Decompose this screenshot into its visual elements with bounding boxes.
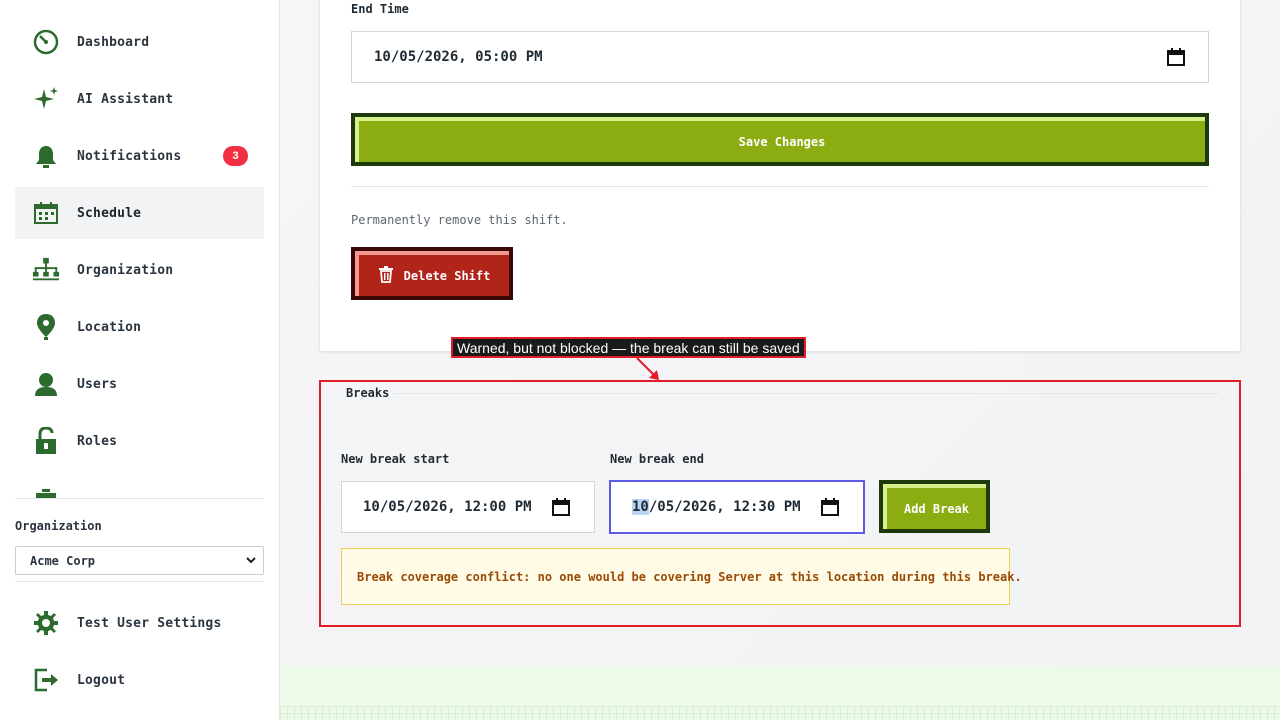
save-changes-label: Save Changes	[355, 117, 1205, 162]
sidebar-item-users[interactable]: Users	[15, 358, 264, 410]
user-icon	[32, 370, 60, 398]
lock-icon	[32, 427, 60, 455]
chevron-down-icon	[245, 554, 257, 566]
sidebar-item-schedule[interactable]: Schedule	[15, 187, 264, 239]
gear-icon	[32, 609, 60, 637]
sidebar-item-label: Organization	[77, 262, 174, 278]
sidebar-item-label: AI Assistant	[77, 91, 174, 107]
sidebar-item-ai-assistant[interactable]: AI Assistant	[15, 73, 264, 125]
sidebar: Dashboard AI Assistant Notifications 3 S…	[0, 0, 280, 720]
break-end-input[interactable]: 10/05/2026, 12:30 PM	[609, 480, 865, 534]
sparkle-icon	[32, 85, 60, 113]
organization-select-value: Acme Corp	[30, 553, 96, 568]
end-time-input[interactable]: 10/05/2026, 05:00 PM	[351, 31, 1209, 83]
remove-shift-hint: Permanently remove this shift.	[351, 213, 568, 227]
breaks-fieldset-border	[341, 393, 1219, 394]
calendar-icon	[32, 199, 60, 227]
organization-select[interactable]: Acme Corp	[15, 546, 264, 575]
add-break-button[interactable]: Add Break	[879, 480, 990, 533]
save-changes-button[interactable]: Save Changes	[351, 113, 1209, 166]
sidebar-item-label: Test User Settings	[77, 615, 222, 631]
sidebar-item-logout[interactable]: Logout	[15, 654, 264, 706]
break-coverage-warning: Break coverage conflict: no one would be…	[341, 548, 1022, 605]
annotation-callout: Warned, but not blocked — the break can …	[451, 337, 806, 358]
sidebar-divider	[15, 581, 264, 582]
break-end-value: /05/2026, 12:30 PM	[648, 499, 801, 515]
end-time-label: End Time	[351, 2, 409, 16]
sidebar-item-roles[interactable]: Roles	[15, 415, 264, 467]
delete-shift-button[interactable]: Delete Shift	[351, 247, 513, 300]
organization-label: Organization	[15, 519, 102, 533]
sidebar-item-notifications[interactable]: Notifications 3	[15, 130, 264, 182]
sidebar-divider	[15, 498, 264, 499]
end-time-value: 10/05/2026, 05:00 PM	[374, 49, 543, 65]
delete-shift-content: Delete Shift	[355, 251, 509, 296]
calendar-picker-icon[interactable]	[1167, 48, 1185, 66]
trash-icon	[378, 265, 394, 286]
notification-count-badge: 3	[223, 146, 248, 166]
break-start-value: 10/05/2026, 12:00 PM	[363, 499, 532, 515]
sidebar-item-label: Location	[77, 319, 142, 335]
main-content: End Time 10/05/2026, 05:00 PM Save Chang…	[280, 0, 1280, 720]
sidebar-item-location[interactable]: Location	[15, 301, 264, 353]
delete-shift-label: Delete Shift	[403, 268, 491, 283]
breaks-title: Breaks	[342, 386, 394, 400]
calendar-picker-icon[interactable]	[821, 498, 839, 516]
sidebar-item-label: Schedule	[77, 205, 142, 221]
sidebar-item-label: Logout	[77, 672, 126, 688]
sidebar-item-label: Notifications	[77, 148, 182, 164]
footer-grid-pattern	[280, 706, 1280, 720]
sidebar-item-settings[interactable]: Test User Settings	[15, 597, 264, 649]
card-divider	[351, 186, 1209, 187]
sidebar-item-label: Users	[77, 376, 118, 392]
break-start-label: New break start	[341, 452, 450, 466]
add-break-label: Add Break	[883, 484, 986, 529]
location-pin-icon	[32, 313, 60, 341]
logout-icon	[32, 666, 60, 694]
bell-icon	[32, 142, 60, 170]
sidebar-item-dashboard[interactable]: Dashboard	[15, 16, 264, 68]
partial-nav-icon	[34, 486, 58, 498]
sidebar-item-label: Dashboard	[77, 34, 150, 50]
org-chart-icon	[32, 256, 60, 284]
dashboard-gauge-icon	[32, 28, 60, 56]
sidebar-item-label: Roles	[77, 433, 118, 449]
break-end-label: New break end	[610, 452, 704, 466]
annotation-arrow-icon	[636, 357, 659, 380]
break-end-selected-segment: 10	[632, 499, 649, 515]
sidebar-item-organization[interactable]: Organization	[15, 244, 264, 296]
calendar-picker-icon[interactable]	[552, 498, 570, 516]
break-start-input[interactable]: 10/05/2026, 12:00 PM	[341, 481, 595, 533]
